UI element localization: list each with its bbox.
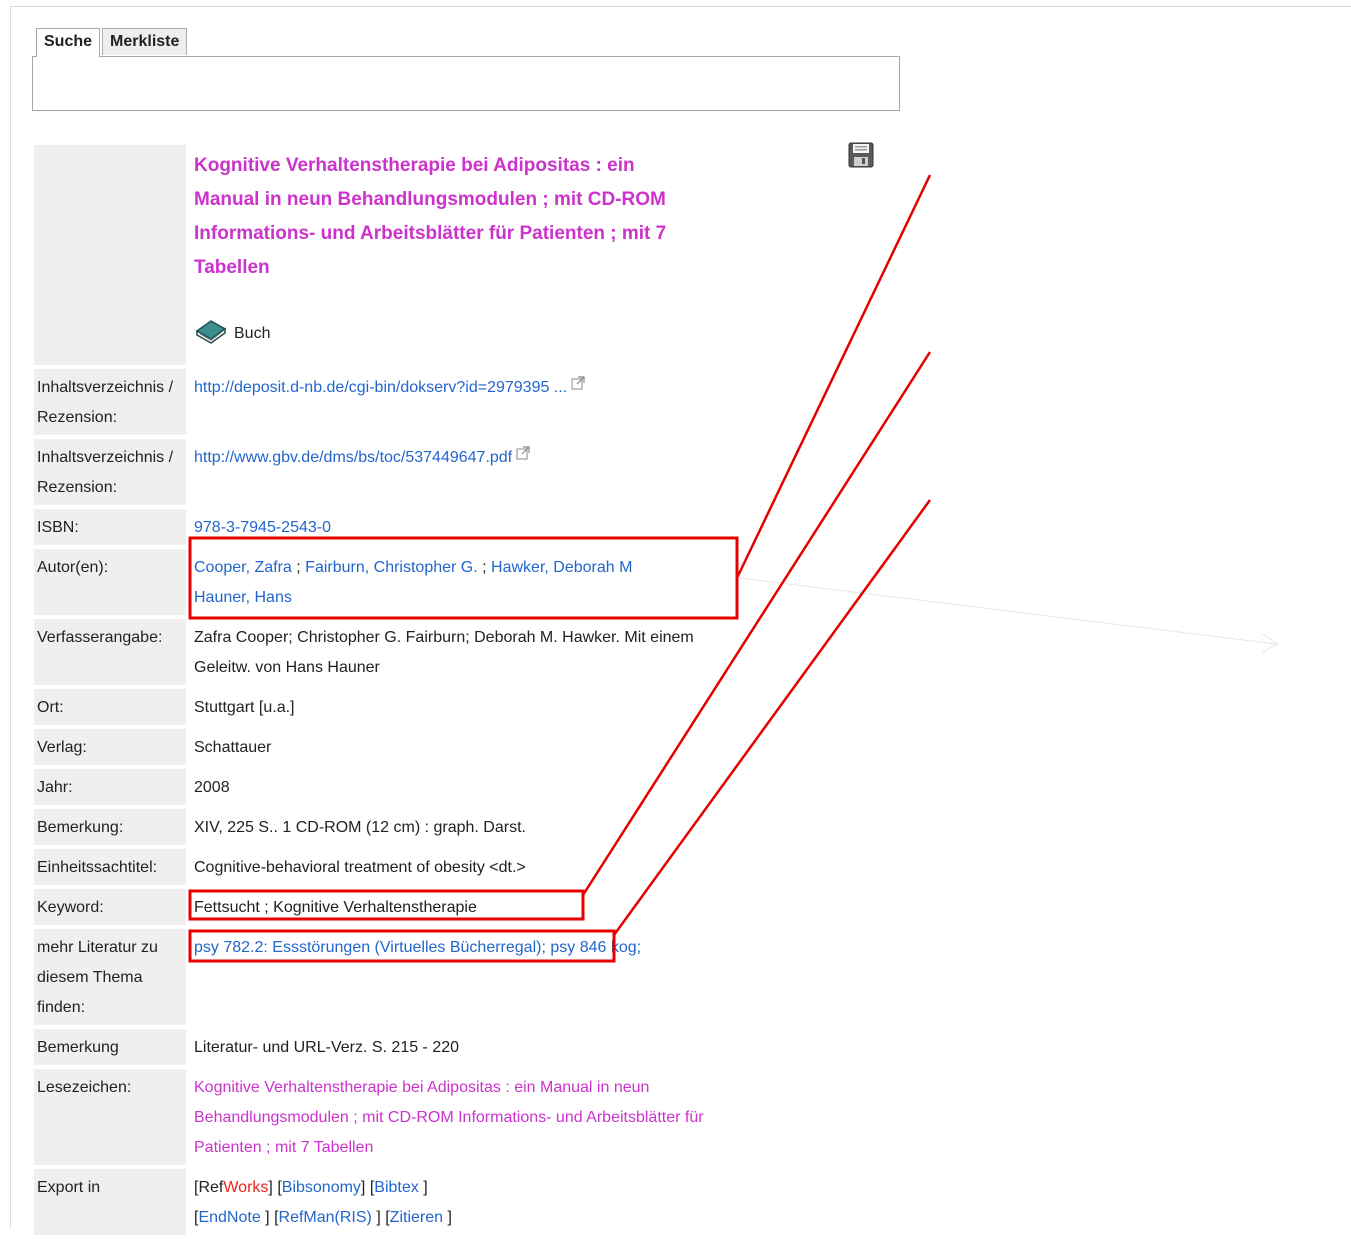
author-link[interactable]: Cooper, Zafra <box>194 559 292 576</box>
title-cell: Kognitive Verhaltenstherapie bei Adiposi… <box>186 145 724 365</box>
export-row: Export in [RefWorks] [Bibsonomy] [Bibtex… <box>34 1169 724 1235</box>
record-title[interactable]: Kognitive Verhaltenstherapie bei Adiposi… <box>194 149 704 285</box>
keyword-value: Fettsucht ; Kognitive Verhaltenstherapie <box>194 899 477 916</box>
record-detail-table: Kognitive Verhaltenstherapie bei Adiposi… <box>34 141 724 1239</box>
place-value: Stuttgart [u.a.] <box>194 699 295 716</box>
export-bibtex[interactable]: Bibtex <box>374 1179 418 1196</box>
keyword-item[interactable]: Kognitive Verhaltenstherapie <box>273 899 477 916</box>
authors-label: Autor(en): <box>34 549 186 615</box>
export-cite[interactable]: Zitieren <box>390 1209 443 1226</box>
uniform-title-row: Einheitssachtitel: Cognitive-behavioral … <box>34 849 724 885</box>
statement-value: Zafra Cooper; Christopher G. Fairburn; D… <box>194 629 694 676</box>
bookmark-link[interactable]: Kognitive Verhaltenstherapie bei Adiposi… <box>194 1073 704 1163</box>
authors-row: Autor(en): Cooper, Zafra ; Fairburn, Chr… <box>34 549 724 615</box>
more-literature-row: mehr Literatur zu diesem Thema finden: p… <box>34 929 724 1025</box>
isbn-label: ISBN: <box>34 509 186 545</box>
export-refman[interactable]: RefMan(RIS) <box>279 1209 372 1226</box>
pointer-line-authors <box>735 174 932 579</box>
keyword-row: Keyword: Fettsucht ; Kognitive Verhalten… <box>34 889 724 925</box>
page-frame-top <box>10 6 1351 7</box>
toc2-link[interactable]: http://www.gbv.de/dms/bs/toc/537449647.p… <box>194 449 512 466</box>
author-link[interactable]: Fairburn, Christopher G. <box>305 559 478 576</box>
more-literature-value: psy 782.2: Essstörungen (Virtuelles Büch… <box>186 929 724 1025</box>
statement-row: Verfasserangabe: Zafra Cooper; Christoph… <box>34 619 724 685</box>
toc1-link[interactable]: http://deposit.d-nb.de/cgi-bin/dokserv?i… <box>194 379 567 396</box>
guide-arrow-head <box>1261 633 1280 653</box>
toc2-row: Inhaltsverzeichnis / Rezension: http://w… <box>34 439 724 505</box>
export-bibsonomy[interactable]: Bibsonomy <box>282 1179 361 1196</box>
publisher-value: Schattauer <box>194 739 272 756</box>
shelf-link-psy-782[interactable]: psy 782.2: Essstörungen (Virtuelles Büch… <box>194 939 546 956</box>
isbn-row: ISBN: 978-3-7945-2543-0 <box>34 509 724 545</box>
year-value: 2008 <box>194 779 230 796</box>
remark-value: Literatur- und URL-Verz. S. 215 - 220 <box>194 1039 460 1056</box>
note-value: XIV, 225 S.. 1 CD-ROM (12 cm) : graph. D… <box>194 819 526 836</box>
keyword-label: Keyword: <box>34 889 186 925</box>
tab-watchlist[interactable]: Merkliste <box>102 28 188 55</box>
book-icon <box>195 320 227 344</box>
note-label: Bemerkung: <box>34 809 186 845</box>
title-label-cell <box>34 145 186 365</box>
year-row: Jahr: 2008 <box>34 769 724 805</box>
guide-arrow-line <box>739 577 1277 645</box>
export-value: [RefWorks] [Bibsonomy] [Bibtex ] [EndNot… <box>194 1179 452 1226</box>
uniform-title-label: Einheitssachtitel: <box>34 849 186 885</box>
tab-search[interactable]: Suche <box>36 28 101 57</box>
author-link[interactable]: Hauner, Hans <box>194 589 292 606</box>
search-panel <box>32 56 900 111</box>
media-type-label: Buch <box>234 325 271 342</box>
more-literature-label: mehr Literatur zu diesem Thema finden: <box>34 929 186 1025</box>
tab-bar: Suche Merkliste <box>36 28 189 57</box>
authors-value: Cooper, Zafra ; Fairburn, Christopher G.… <box>194 559 633 606</box>
floppy-disk-icon[interactable] <box>848 142 874 168</box>
statement-label: Verfasserangabe: <box>34 619 186 685</box>
publisher-label: Verlag: <box>34 729 186 765</box>
note-row: Bemerkung: XIV, 225 S.. 1 CD-ROM (12 cm)… <box>34 809 724 845</box>
export-refworks[interactable]: RefWorks <box>198 1179 268 1196</box>
toc2-label: Inhaltsverzeichnis / Rezension: <box>34 439 186 505</box>
export-label: Export in <box>34 1169 186 1235</box>
export-endnote[interactable]: EndNote <box>198 1209 260 1226</box>
external-link-icon <box>571 376 585 390</box>
shelf-link-psy-846[interactable]: psy 846 kog; <box>550 939 641 956</box>
author-link[interactable]: Hawker, Deborah M <box>491 559 632 576</box>
year-label: Jahr: <box>34 769 186 805</box>
toc2-value: http://www.gbv.de/dms/bs/toc/537449647.p… <box>186 439 724 505</box>
place-row: Ort: Stuttgart [u.a.] <box>34 689 724 725</box>
isbn-value: 978-3-7945-2543-0 <box>186 509 724 545</box>
toc1-label: Inhaltsverzeichnis / Rezension: <box>34 369 186 435</box>
remark-row: Bemerkung Literatur- und URL-Verz. S. 21… <box>34 1029 724 1065</box>
toc1-value: http://deposit.d-nb.de/cgi-bin/dokserv?i… <box>186 369 724 435</box>
title-row: Kognitive Verhaltenstherapie bei Adiposi… <box>34 145 724 365</box>
page-frame-left <box>10 6 11 1228</box>
place-label: Ort: <box>34 689 186 725</box>
uniform-title-value: Cognitive-behavioral treatment of obesit… <box>194 859 526 876</box>
more-literature-label-text: mehr Literatur zu diesem Thema finden: <box>37 939 158 1016</box>
toc1-row: Inhaltsverzeichnis / Rezension: http://d… <box>34 369 724 435</box>
publisher-row: Verlag: Schattauer <box>34 729 724 765</box>
bookmark-value: Kognitive Verhaltenstherapie bei Adiposi… <box>186 1069 724 1165</box>
external-link-icon <box>516 446 530 460</box>
remark-label: Bemerkung <box>34 1029 186 1065</box>
media-type: Buch <box>194 309 724 345</box>
bookmark-row: Lesezeichen: Kognitive Verhaltenstherapi… <box>34 1069 724 1165</box>
keyword-item[interactable]: Fettsucht <box>194 899 260 916</box>
isbn-link[interactable]: 978-3-7945-2543-0 <box>194 519 331 536</box>
bookmark-label: Lesezeichen: <box>34 1069 186 1165</box>
